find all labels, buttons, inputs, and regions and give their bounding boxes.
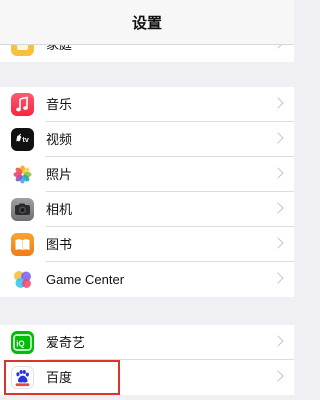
chevron-right-icon <box>272 202 284 214</box>
music-icon <box>11 93 34 116</box>
settings-row-books[interactable]: 图书 <box>0 227 294 262</box>
settings-row-label: Game Center <box>46 272 125 287</box>
camera-icon <box>11 198 34 221</box>
page-title: 设置 <box>131 14 162 32</box>
iqiyi-icon: iQ <box>11 331 34 354</box>
chevron-right-icon <box>272 97 284 109</box>
game-center-icon <box>11 268 34 291</box>
settings-group-media: 音乐 tv 视频 照片 相机 图书 Game Center <box>0 87 294 297</box>
photos-icon <box>11 163 34 186</box>
chevron-right-icon <box>272 370 284 382</box>
books-icon <box>11 233 34 256</box>
nav-bar: 设置 <box>0 0 294 45</box>
settings-row-iqiyi[interactable]: iQ 爱奇艺 <box>0 325 294 360</box>
settings-row-label: 音乐 <box>46 97 73 112</box>
svg-text:tv: tv <box>23 137 29 144</box>
chevron-right-icon <box>272 272 284 284</box>
chevron-right-icon <box>272 167 284 179</box>
settings-row-label: 图书 <box>46 237 73 252</box>
tv-icon: tv <box>11 128 34 151</box>
settings-row-music[interactable]: 音乐 <box>0 87 294 122</box>
settings-row-label: 照片 <box>46 167 73 182</box>
svg-text:iQ: iQ <box>16 340 24 349</box>
chevron-right-icon <box>272 335 284 347</box>
settings-row-photos[interactable]: 照片 <box>0 157 294 192</box>
settings-row-label: 视频 <box>46 132 73 147</box>
chevron-right-icon <box>272 237 284 249</box>
settings-row-game-center[interactable]: Game Center <box>0 262 294 297</box>
settings-row-label: 相机 <box>46 202 73 217</box>
settings-row-label: 爱奇艺 <box>46 335 86 350</box>
settings-row-camera[interactable]: 相机 <box>0 192 294 227</box>
settings-row-tv[interactable]: tv 视频 <box>0 122 294 157</box>
highlight-box <box>4 360 120 395</box>
chevron-right-icon <box>272 132 284 144</box>
